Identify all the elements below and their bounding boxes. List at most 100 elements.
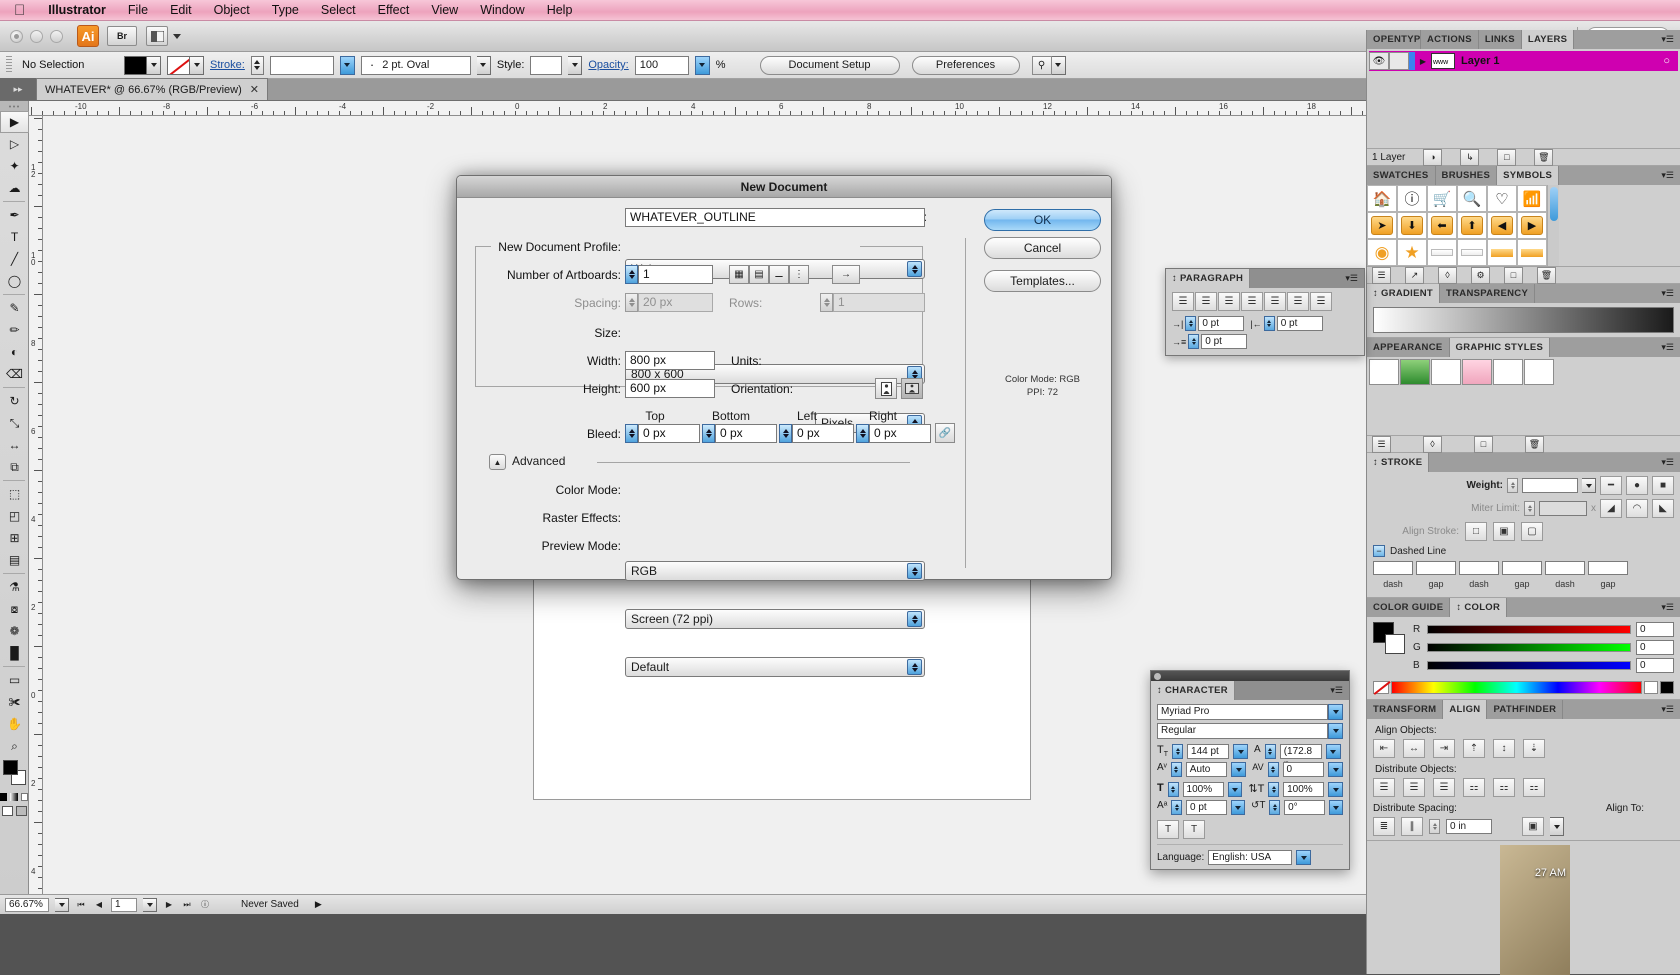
rows-input[interactable]: 1 — [833, 293, 925, 312]
spacing-input[interactable]: 20 px — [638, 293, 713, 312]
vertical-scale-dropdown-icon[interactable] — [1227, 782, 1243, 797]
tab-actions[interactable]: ACTIONS — [1421, 30, 1479, 49]
bleed-right-stepper[interactable] — [856, 424, 869, 443]
align-center-v-icon[interactable]: ↕ — [1493, 739, 1515, 758]
color-slider-g[interactable] — [1427, 643, 1631, 652]
symbol-triangle-left-icon[interactable]: ◀ — [1487, 212, 1517, 239]
horizontal-scale-field[interactable]: 100% — [1283, 782, 1325, 797]
magic-wand-tool[interactable]: ✦ — [0, 155, 29, 177]
align-body[interactable]: Align Objects: ⇤ ↔ ⇥ ⇡ ↕ ⇣ Distribute Ob… — [1367, 719, 1680, 840]
paragraph-justify-last-center-icon[interactable]: ☰ — [1264, 292, 1286, 311]
fill-dropdown-icon[interactable] — [147, 55, 161, 75]
artboards-stepper[interactable] — [625, 265, 638, 284]
layers-panel-tabs[interactable]: OPENTYPE ACTIONS LINKS LAYERS ▾☰ — [1367, 30, 1680, 49]
dashed-line-checkbox[interactable]: − — [1373, 545, 1385, 557]
distribute-bottom-icon[interactable]: ☰ — [1433, 778, 1455, 797]
symbol-search-icon[interactable]: 🔍 — [1457, 185, 1487, 212]
artboard-layout-grid-rows-icon[interactable]: ▦ — [729, 265, 749, 284]
panel-menu-icon[interactable]: ▾☰ — [1655, 284, 1680, 303]
spacing-stepper[interactable] — [1429, 819, 1440, 834]
normal-screen-mode-icon[interactable] — [1, 806, 13, 816]
layer-target-icon[interactable]: ○ — [1663, 55, 1670, 67]
language-field[interactable]: English: USA — [1208, 850, 1293, 865]
first-artboard-icon[interactable]: ⏮ — [75, 898, 87, 912]
graphic-style-slash2[interactable] — [1524, 359, 1554, 385]
align-stroke-outside-icon[interactable]: ▢ — [1521, 522, 1543, 541]
color-none-icon[interactable] — [1373, 681, 1391, 695]
stepper-arrows-icon[interactable] — [907, 261, 922, 277]
gap-field-3[interactable] — [1588, 561, 1628, 575]
place-symbol-instance-icon[interactable]: ↗ — [1405, 266, 1424, 284]
preferences-button[interactable]: Preferences — [911, 55, 1020, 75]
symbol-bar-icon[interactable] — [1487, 239, 1517, 266]
new-graphic-style-icon[interactable]: □ — [1474, 435, 1493, 453]
color-spectrum-bar[interactable] — [1391, 681, 1642, 694]
blob-brush-tool[interactable]: ◐ — [0, 341, 29, 363]
tab-pathfinder[interactable]: PATHFINDER — [1487, 700, 1564, 719]
stroke-join-miter-icon[interactable]: ◢ — [1600, 499, 1622, 518]
menu-item-view[interactable]: View — [420, 0, 469, 21]
distribute-spacing-h-icon[interactable]: ∥ — [1401, 817, 1423, 836]
character-panel[interactable]: ↕ CHARACTER ▾☰ Myriad Pro Regular TT 144… — [1150, 670, 1350, 870]
graphic-style-slash1[interactable] — [1493, 359, 1523, 385]
symbol-arrow-left-icon[interactable]: ⬅ — [1427, 212, 1457, 239]
zoom-tool[interactable]: ⌕ — [0, 735, 29, 757]
character-panel-tabs[interactable]: ↕ CHARACTER ▾☰ — [1151, 681, 1349, 700]
break-link-icon[interactable]: ◊ — [1438, 266, 1457, 284]
eraser-tool[interactable]: ⌫ — [0, 363, 29, 385]
window-controls[interactable] — [0, 29, 63, 43]
layer-lock-toggle[interactable] — [1389, 52, 1409, 70]
select-similar-options[interactable]: ⚲ — [1031, 55, 1066, 75]
indent-right-field[interactable]: 0 pt — [1276, 316, 1323, 331]
stroke-cap-butt-icon[interactable]: ━ — [1600, 476, 1622, 495]
tab-color[interactable]: ↕ COLOR — [1450, 598, 1508, 617]
last-artboard-icon[interactable]: ⏭ — [181, 898, 193, 912]
tab-color-guide[interactable]: COLOR GUIDE — [1367, 598, 1451, 617]
paragraph-panel-tabs[interactable]: ↕ PARAGRAPH ▾☰ — [1166, 269, 1364, 288]
horizontal-scale-stepper[interactable] — [1268, 782, 1280, 797]
menu-item-help[interactable]: Help — [536, 0, 584, 21]
tab-symbols[interactable]: SYMBOLS — [1497, 166, 1560, 185]
indent-first-field[interactable]: 0 pt — [1201, 334, 1248, 349]
layer-visibility-icon[interactable]: 👁 — [1369, 52, 1389, 70]
graphic-style-default[interactable] — [1369, 359, 1399, 385]
align-panel-tabs[interactable]: TRANSFORM ALIGN PATHFINDER ▾☰ — [1367, 700, 1680, 719]
pen-tool[interactable]: ✒ — [0, 204, 29, 226]
layers-empty-area[interactable] — [1369, 71, 1678, 143]
stroke-body[interactable]: Weight: ━ ● ■ Miter Limit: x ◢ ◠ ◣ Align… — [1367, 472, 1680, 597]
tab-opentype[interactable]: OPENTYPE — [1367, 30, 1421, 49]
color-slider-r[interactable] — [1427, 625, 1631, 634]
tab-transform[interactable]: TRANSFORM — [1367, 700, 1444, 719]
ellipse-tool[interactable]: ◯ — [0, 270, 29, 292]
symbol-arrow-up-icon[interactable]: ⬆ — [1457, 212, 1487, 239]
vertical-scale-field[interactable]: 100% — [1182, 782, 1224, 797]
kerning-field[interactable]: (172.8 p — [1279, 744, 1322, 770]
graphic-style-field[interactable] — [530, 55, 563, 75]
fill-swatch[interactable] — [124, 55, 147, 75]
strikethrough-icon[interactable]: T — [1183, 820, 1205, 839]
gradient-body[interactable] — [1367, 303, 1680, 337]
close-icon[interactable]: ✕ — [250, 80, 259, 100]
symbol-home-icon[interactable]: 🏠 — [1367, 185, 1397, 212]
shape-builder-tool[interactable]: ⬚ — [0, 483, 29, 505]
height-input[interactable]: 600 px — [625, 379, 715, 398]
symbol-arrow-right-icon[interactable]: ➤ — [1367, 212, 1397, 239]
artboard-layout-column-icon[interactable]: ⋮ — [789, 265, 809, 284]
baseline-shift-field[interactable]: 0 pt — [1186, 800, 1227, 815]
tab-stroke[interactable]: ↕ STROKE — [1367, 453, 1430, 472]
raster-select[interactable]: Screen (72 ppi) — [625, 609, 925, 629]
panel-menu-icon[interactable]: ▾☰ — [1655, 700, 1680, 719]
symbol-options-icon[interactable]: ⚙ — [1471, 266, 1490, 284]
baseline-shift-stepper[interactable] — [1171, 800, 1182, 815]
vertical-ruler[interactable]: 1 2 1 0 8 6 4 2 0 2 4 — [29, 116, 43, 894]
tab-align[interactable]: ALIGN — [1443, 700, 1488, 719]
slice-tool[interactable]: ✀ — [0, 691, 29, 713]
vertical-scale-stepper[interactable] — [1167, 782, 1179, 797]
baseline-shift-dropdown-icon[interactable] — [1230, 800, 1245, 815]
toolbox-grip[interactable] — [0, 101, 28, 111]
symbols-grid[interactable]: 🏠 ⓘ 🛒 🔍 ♡ 📶 ➤ ⬇ ⬅ ⬆ ◀ ▶ ◉ ★ — [1367, 185, 1547, 266]
menu-item-effect[interactable]: Effect — [367, 0, 421, 21]
symbol-globe-icon[interactable]: ◉ — [1367, 239, 1397, 266]
bleed-left-stepper[interactable] — [779, 424, 792, 443]
select-similar-dropdown-icon[interactable] — [1051, 55, 1066, 75]
